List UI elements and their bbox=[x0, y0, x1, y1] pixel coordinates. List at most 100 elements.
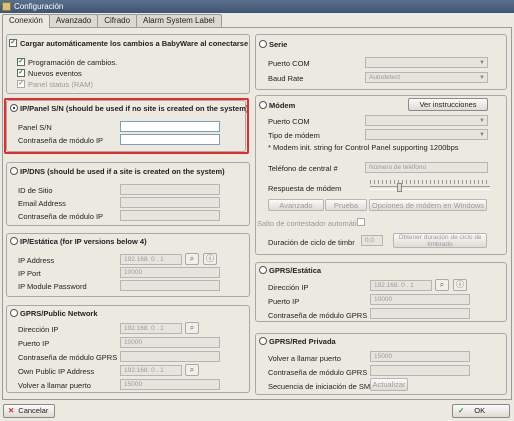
search-icon[interactable]: ⌕ bbox=[185, 253, 199, 265]
ip-port-label: IP Port bbox=[18, 269, 41, 278]
check-icon: ✓ bbox=[458, 406, 465, 415]
serial-com-label: Puerto COM bbox=[268, 59, 310, 68]
tab-conexion[interactable]: Conexión bbox=[2, 14, 50, 28]
ip-static-radio[interactable] bbox=[10, 237, 18, 245]
gprs-static-title: GPRS/Estática bbox=[269, 266, 322, 275]
gprs-static-ip-input[interactable]: 192.168. 0 . 1 bbox=[370, 280, 432, 291]
tab-cifrado[interactable]: Cifrado bbox=[97, 14, 138, 27]
own-public-ip-input[interactable]: 192.168. 0 . 1 bbox=[120, 365, 182, 376]
footer-bar bbox=[0, 401, 514, 421]
gprs-public-title: GPRS/Public Network bbox=[20, 309, 98, 318]
serial-title: Serie bbox=[269, 40, 288, 49]
close-icon: ✕ bbox=[8, 406, 15, 415]
view-instructions-button[interactable]: Ver instrucciones bbox=[408, 98, 488, 111]
info-icon[interactable]: ⓘ bbox=[453, 279, 467, 291]
ip-address-input[interactable]: 192.168. 0 . 1 bbox=[120, 254, 182, 265]
window-title: Configuración bbox=[14, 2, 64, 11]
ok-label: OK bbox=[474, 406, 486, 415]
ip-dns-radio[interactable] bbox=[10, 167, 18, 175]
cancel-button[interactable]: ✕ Cancelar bbox=[3, 404, 55, 418]
skip-answering-checkbox[interactable] bbox=[357, 218, 365, 226]
auto-load-label: Cargar automáticamente los cambios a Bab… bbox=[20, 39, 249, 48]
tab-strip: Conexión Avanzado Cifrado Alarm System L… bbox=[2, 14, 222, 28]
get-ring-duration-button[interactable]: Obtener duración de ciclo de timbrado bbox=[393, 233, 487, 248]
ip-module-password-static-input[interactable] bbox=[120, 280, 220, 291]
gprs-public-ip-input[interactable]: 192.168. 0 . 1 bbox=[120, 323, 182, 334]
modem-type-label: Tipo de módem bbox=[268, 131, 320, 140]
update-button[interactable]: Actualizar bbox=[370, 378, 408, 391]
site-id-input[interactable] bbox=[120, 184, 220, 195]
ip-module-password-static-label: IP Module Password bbox=[18, 282, 87, 291]
private-callback-input[interactable]: 15000 bbox=[370, 351, 470, 362]
search-icon[interactable]: ⌕ bbox=[435, 279, 449, 291]
modem-com-label: Puerto COM bbox=[268, 117, 310, 126]
gprs-static-port-input[interactable]: 10000 bbox=[370, 294, 470, 305]
info-icon[interactable]: ⓘ bbox=[203, 253, 217, 265]
gprs-private-radio[interactable] bbox=[259, 337, 267, 345]
skip-answering-label: Salto de contestador automático bbox=[257, 219, 365, 228]
gprs-public-ip-label: Dirección IP bbox=[18, 325, 59, 334]
gprs-public-password-input[interactable] bbox=[120, 351, 220, 362]
site-id-label: ID de Sitio bbox=[18, 186, 53, 195]
new-events-checkbox[interactable]: ✓ bbox=[17, 69, 25, 77]
modem-com-select[interactable]: ▼ bbox=[365, 115, 488, 126]
gprs-static-radio[interactable] bbox=[259, 266, 267, 274]
program-changes-label: Programación de cambios. bbox=[28, 58, 118, 67]
chevron-down-icon: ▼ bbox=[479, 60, 485, 66]
ring-duration-label: Duración de ciclo de timbr bbox=[268, 238, 355, 247]
central-phone-input[interactable]: Número de teléfono bbox=[365, 162, 488, 173]
modem-radio[interactable] bbox=[259, 101, 267, 109]
gprs-public-port-label: Puerto IP bbox=[18, 339, 50, 348]
public-callback-label: Volver a llamar puerto bbox=[18, 381, 91, 390]
gprs-static-port-label: Puerto IP bbox=[268, 297, 300, 306]
tab-avanzado[interactable]: Avanzado bbox=[48, 14, 99, 27]
ip-address-label: IP Address bbox=[18, 256, 55, 265]
ring-duration-input[interactable]: 0,0 bbox=[361, 235, 383, 246]
gprs-static-ip-label: Dirección IP bbox=[268, 283, 309, 292]
program-changes-checkbox[interactable]: ✓ bbox=[17, 58, 25, 66]
gprs-static-password-label: Contraseña de módulo GPRS bbox=[268, 311, 368, 320]
gprs-private-password-input[interactable] bbox=[370, 365, 470, 376]
highlight-box bbox=[4, 98, 249, 154]
ip-port-input[interactable]: 10000 bbox=[120, 267, 220, 278]
windows-modem-options-button[interactable]: Opciones de módem en Windows bbox=[369, 199, 487, 211]
slider-thumb[interactable] bbox=[397, 183, 402, 192]
email-input[interactable] bbox=[120, 197, 220, 208]
ok-button[interactable]: ✓ OK bbox=[452, 404, 510, 418]
email-label: Email Address bbox=[18, 199, 66, 208]
app-icon bbox=[2, 2, 11, 11]
gprs-static-password-input[interactable] bbox=[370, 308, 470, 319]
dns-module-password-input[interactable] bbox=[120, 210, 220, 221]
modem-response-slider[interactable] bbox=[370, 186, 490, 190]
slider-ticks bbox=[370, 180, 490, 184]
baud-rate-label: Baud Rate bbox=[268, 74, 304, 83]
gprs-public-port-input[interactable]: 10000 bbox=[120, 337, 220, 348]
gprs-private-password-label: Contraseña de módulo GPRS bbox=[268, 368, 368, 377]
gprs-public-password-label: Contraseña de módulo GPRS bbox=[18, 353, 118, 362]
dns-module-password-label: Contraseña de módulo IP bbox=[18, 212, 104, 221]
panel-status-label: Panel status (RAM) bbox=[28, 80, 94, 89]
chevron-down-icon: ▼ bbox=[479, 75, 485, 81]
test-button[interactable]: Prueba bbox=[325, 199, 367, 211]
modem-init-note: * Modem init. string for Control Panel s… bbox=[268, 143, 459, 152]
title-bar: Configuración bbox=[0, 0, 514, 13]
tab-alarm-system-label[interactable]: Alarm System Label bbox=[136, 14, 222, 27]
public-callback-input[interactable]: 15000 bbox=[120, 379, 220, 390]
panel-status-checkbox[interactable]: ✓ bbox=[17, 80, 25, 88]
gprs-private-title: GPRS/Red Privada bbox=[269, 337, 336, 346]
advanced-button[interactable]: Avanzado bbox=[268, 199, 324, 211]
search-icon[interactable]: ⌕ bbox=[185, 322, 199, 334]
chevron-down-icon: ▼ bbox=[479, 118, 485, 124]
auto-load-checkbox[interactable]: ✓ bbox=[9, 39, 17, 47]
chevron-down-icon: ▼ bbox=[479, 132, 485, 138]
baud-rate-value: Autodetect bbox=[369, 74, 401, 81]
serial-radio[interactable] bbox=[259, 40, 267, 48]
baud-rate-select[interactable]: Autodetect ▼ bbox=[365, 72, 488, 83]
serial-com-select[interactable]: ▼ bbox=[365, 57, 488, 68]
private-callback-label: Volver a llamar puerto bbox=[268, 354, 341, 363]
modem-type-select[interactable]: ▼ bbox=[365, 129, 488, 140]
cancel-label: Cancelar bbox=[18, 406, 49, 415]
gprs-public-radio[interactable] bbox=[10, 309, 18, 317]
search-icon[interactable]: ⌕ bbox=[185, 364, 199, 376]
new-events-label: Nuevos eventos bbox=[28, 69, 82, 78]
